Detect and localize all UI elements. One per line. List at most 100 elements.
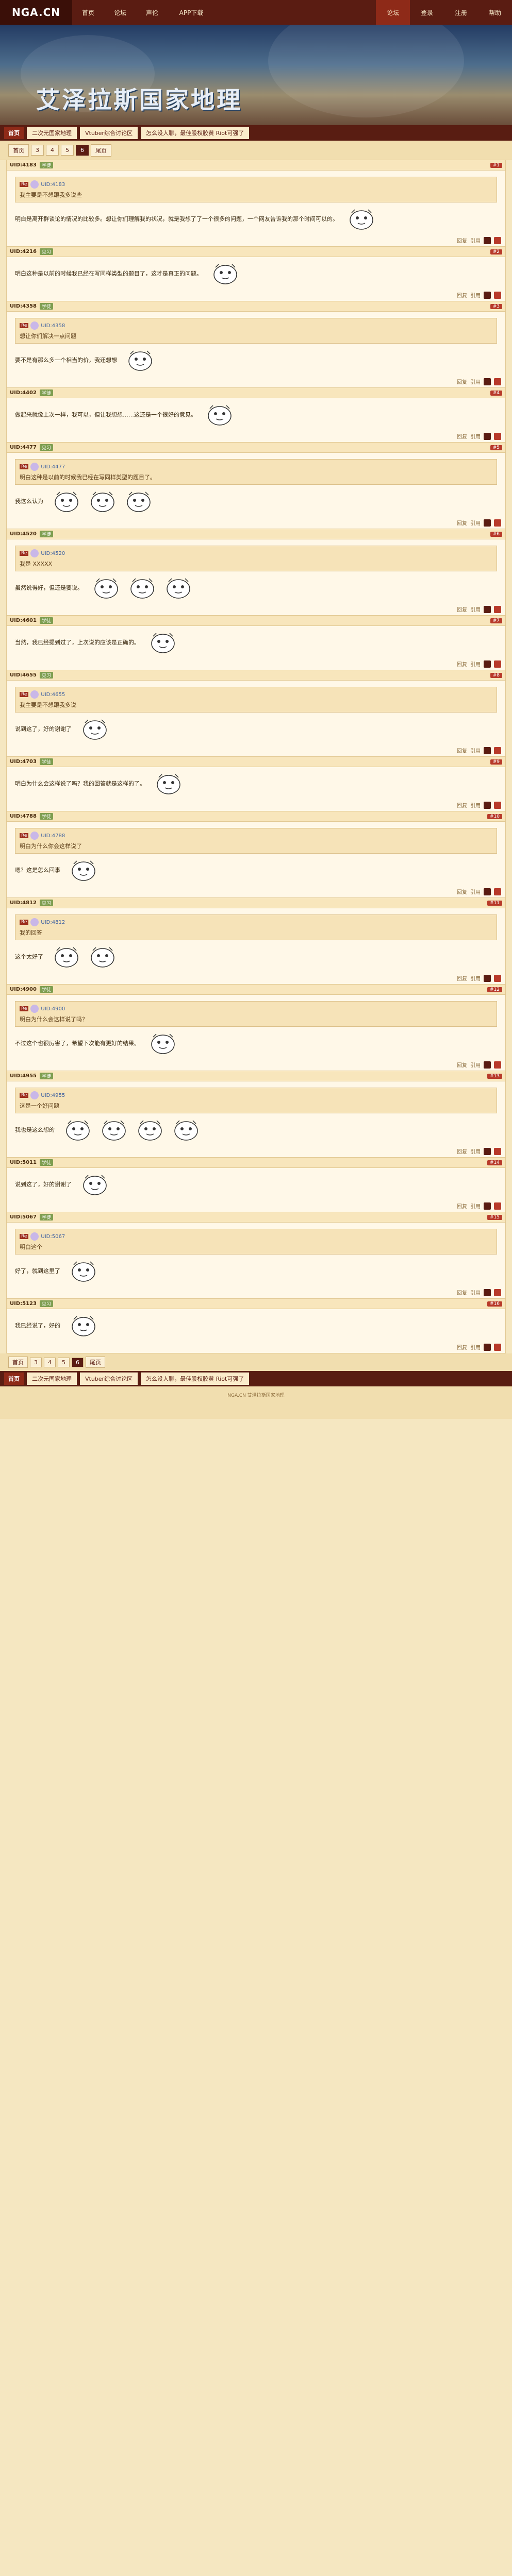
reply-link[interactable]: 回复: [457, 888, 467, 895]
post-uid[interactable]: UID:5011: [10, 1160, 37, 1165]
tab-topic[interactable]: 怎么没人聊，最佳股权胶黄 Riot可强了: [141, 1372, 250, 1385]
like-icon[interactable]: [484, 1147, 491, 1155]
pager-page[interactable]: 5: [58, 1357, 70, 1367]
quote-link[interactable]: 引用: [470, 291, 481, 299]
nav-forum-right[interactable]: 论坛: [376, 0, 410, 25]
quote-link[interactable]: 引用: [470, 974, 481, 982]
reply-link[interactable]: 回复: [457, 1343, 467, 1351]
nav-help[interactable]: 帮助: [478, 0, 512, 25]
post-uid[interactable]: UID:4655: [10, 672, 37, 678]
like-icon[interactable]: [484, 1343, 491, 1351]
pager-first[interactable]: 首页: [8, 144, 29, 157]
dislike-icon[interactable]: [494, 1147, 501, 1155]
post-uid[interactable]: UID:4402: [10, 390, 37, 396]
like-icon[interactable]: [484, 974, 491, 982]
quote-link[interactable]: 引用: [470, 605, 481, 613]
reply-link[interactable]: 回复: [457, 1061, 467, 1069]
tab-vtuber[interactable]: Vtuber综合讨论区: [80, 1372, 138, 1385]
quote-author[interactable]: UID:4788: [41, 833, 65, 839]
post-uid[interactable]: UID:4520: [10, 531, 37, 537]
nav-login[interactable]: 登录: [410, 0, 444, 25]
like-icon[interactable]: [484, 378, 491, 385]
reply-link[interactable]: 回复: [457, 660, 467, 668]
quote-author[interactable]: UID:4183: [41, 182, 65, 188]
post-uid[interactable]: UID:4703: [10, 759, 37, 765]
dislike-icon[interactable]: [494, 236, 501, 244]
reply-link[interactable]: 回复: [457, 519, 467, 527]
quote-author[interactable]: UID:4955: [41, 1093, 65, 1098]
quote-author[interactable]: UID:4655: [41, 692, 65, 698]
dislike-icon[interactable]: [494, 605, 501, 613]
quote-author[interactable]: UID:4477: [41, 464, 65, 470]
like-icon[interactable]: [484, 1061, 491, 1069]
quote-link[interactable]: 引用: [470, 432, 481, 440]
reply-link[interactable]: 回复: [457, 378, 467, 385]
post-uid[interactable]: UID:5123: [10, 1301, 37, 1307]
nav-app[interactable]: APP下载: [168, 0, 214, 25]
post-uid[interactable]: UID:5067: [10, 1214, 37, 1220]
pager-page[interactable]: 4: [44, 1357, 56, 1367]
pager-last[interactable]: 尾页: [86, 1357, 105, 1368]
pager-first[interactable]: 首页: [8, 1357, 28, 1368]
quote-link[interactable]: 引用: [470, 1289, 481, 1296]
nga-logo[interactable]: NGA.CN: [0, 0, 72, 25]
dislike-icon[interactable]: [494, 291, 501, 299]
dislike-icon[interactable]: [494, 1061, 501, 1069]
nav-forum[interactable]: 论坛: [104, 0, 136, 25]
dislike-icon[interactable]: [494, 432, 501, 440]
reply-link[interactable]: 回复: [457, 432, 467, 440]
dislike-icon[interactable]: [494, 378, 501, 385]
quote-author[interactable]: UID:4812: [41, 920, 65, 925]
reply-link[interactable]: 回复: [457, 747, 467, 754]
like-icon[interactable]: [484, 605, 491, 613]
post-uid[interactable]: UID:4812: [10, 900, 37, 906]
reply-link[interactable]: 回复: [457, 236, 467, 244]
pager-page[interactable]: 3: [30, 1357, 42, 1367]
tab-home[interactable]: 首页: [4, 1372, 24, 1385]
post-uid[interactable]: UID:4788: [10, 814, 37, 819]
nav-sound[interactable]: 声伦: [136, 0, 168, 25]
dislike-icon[interactable]: [494, 1289, 501, 1296]
quote-author[interactable]: UID:4358: [41, 323, 65, 329]
reply-link[interactable]: 回复: [457, 974, 467, 982]
dislike-icon[interactable]: [494, 747, 501, 754]
quote-link[interactable]: 引用: [470, 236, 481, 244]
tab-topic[interactable]: 怎么没人聊，最佳股权胶黄 Riot可强了: [141, 127, 250, 139]
reply-link[interactable]: 回复: [457, 605, 467, 613]
reply-link[interactable]: 回复: [457, 801, 467, 809]
dislike-icon[interactable]: [494, 801, 501, 809]
post-uid[interactable]: UID:4477: [10, 445, 37, 450]
like-icon[interactable]: [484, 801, 491, 809]
like-icon[interactable]: [484, 660, 491, 668]
tab-anime[interactable]: 二次元国家地理: [27, 127, 77, 139]
like-icon[interactable]: [484, 519, 491, 527]
pager-page[interactable]: 5: [61, 145, 74, 156]
quote-link[interactable]: 引用: [470, 888, 481, 895]
tab-anime[interactable]: 二次元国家地理: [27, 1372, 77, 1385]
post-uid[interactable]: UID:4900: [10, 987, 37, 992]
dislike-icon[interactable]: [494, 519, 501, 527]
quote-link[interactable]: 引用: [470, 378, 481, 385]
like-icon[interactable]: [484, 1289, 491, 1296]
dislike-icon[interactable]: [494, 1202, 501, 1210]
like-icon[interactable]: [484, 1202, 491, 1210]
quote-author[interactable]: UID:4520: [41, 551, 65, 556]
reply-link[interactable]: 回复: [457, 291, 467, 299]
like-icon[interactable]: [484, 888, 491, 895]
like-icon[interactable]: [484, 432, 491, 440]
dislike-icon[interactable]: [494, 660, 501, 668]
pager-page[interactable]: 4: [46, 145, 59, 156]
like-icon[interactable]: [484, 291, 491, 299]
post-uid[interactable]: UID:4955: [10, 1073, 37, 1079]
quote-link[interactable]: 引用: [470, 1202, 481, 1210]
pager-current[interactable]: 6: [76, 145, 89, 156]
reply-link[interactable]: 回复: [457, 1289, 467, 1296]
reply-link[interactable]: 回复: [457, 1202, 467, 1210]
quote-link[interactable]: 引用: [470, 660, 481, 668]
tab-home[interactable]: 首页: [4, 127, 24, 139]
nav-home[interactable]: 首页: [72, 0, 104, 25]
pager-last[interactable]: 尾页: [91, 144, 111, 157]
reply-link[interactable]: 回复: [457, 1147, 467, 1155]
post-uid[interactable]: UID:4358: [10, 303, 37, 309]
quote-link[interactable]: 引用: [470, 801, 481, 809]
